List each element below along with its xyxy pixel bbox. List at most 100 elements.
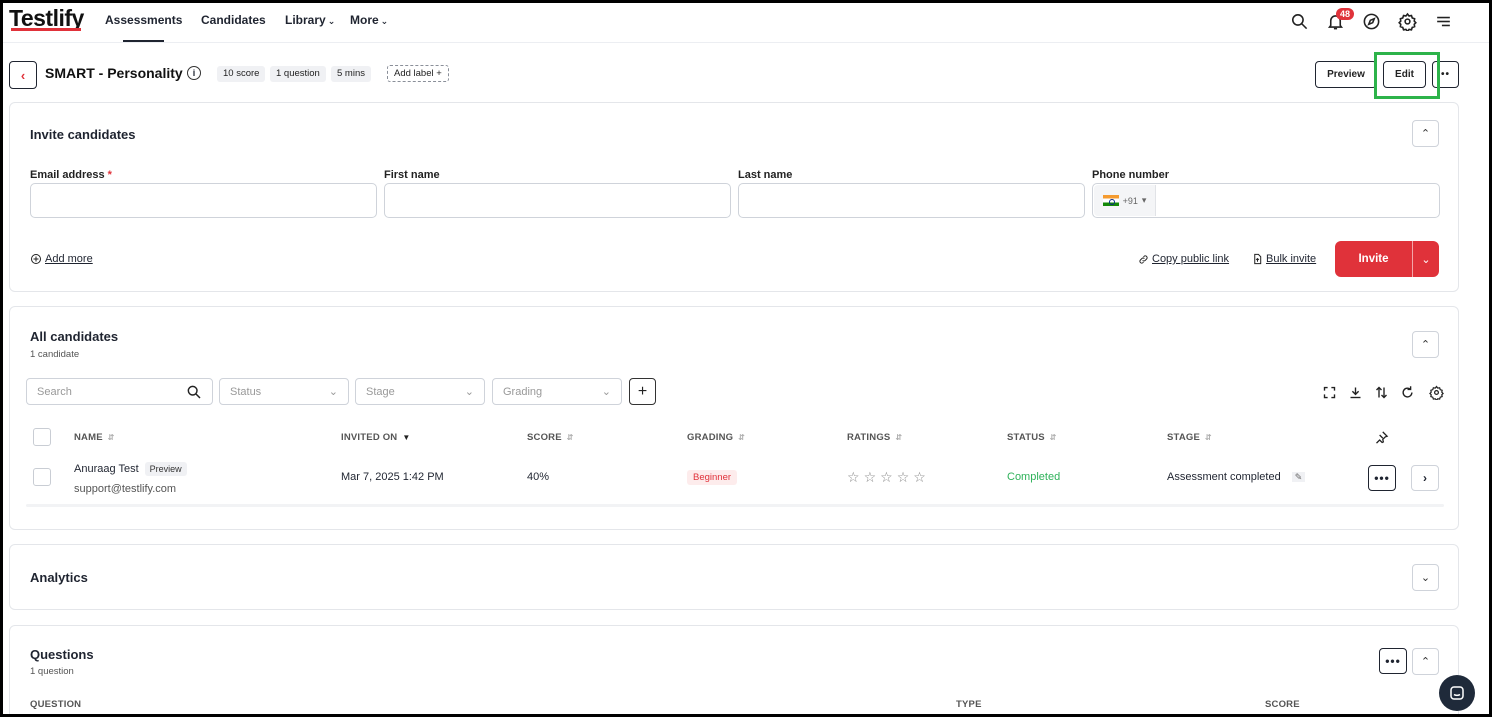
nav-candidates[interactable]: Candidates [201, 13, 266, 27]
stage-filter[interactable]: Stage ⌄ [355, 378, 485, 405]
invite-button[interactable]: Invite [1335, 241, 1413, 277]
email-label-text: Email address [30, 169, 105, 181]
page-title: SMART - Personality [45, 65, 183, 81]
question-count: 1 question [30, 666, 74, 677]
preview-button[interactable]: Preview [1315, 61, 1377, 88]
column-status[interactable]: STATUS ⇵ [1007, 432, 1057, 443]
column-grading[interactable]: GRADING ⇵ [687, 432, 745, 443]
column-ratings[interactable]: RATINGS ⇵ [847, 432, 902, 443]
top-navigation: Testlify Assessments Candidates Library ⌄… [3, 3, 1489, 43]
expand-analytics-button[interactable]: ⌄ [1412, 564, 1439, 591]
chevron-down-icon: ⌄ [328, 386, 338, 398]
column-question: QUESTION [30, 699, 82, 710]
stage-text: Assessment completed [1167, 471, 1281, 483]
link-icon [1139, 254, 1148, 264]
collapse-invite-button[interactable]: ⌃ [1412, 120, 1439, 147]
hamburger-icon[interactable] [1432, 10, 1454, 32]
stage-value[interactable]: Assessment completed ✎ [1167, 471, 1306, 483]
star-icon[interactable]: ☆ [847, 469, 860, 486]
add-label-button[interactable]: Add label + [387, 65, 449, 82]
first-name-field[interactable] [384, 183, 731, 218]
sort-desc-icon: ▼ [402, 433, 411, 442]
download-icon[interactable] [1346, 383, 1364, 401]
last-name-field[interactable] [738, 183, 1085, 218]
candidate-name[interactable]: Anuraag Test Preview [74, 462, 187, 476]
nav-assessments[interactable]: Assessments [105, 13, 182, 42]
copy-public-link[interactable]: Copy public link [1138, 253, 1229, 265]
add-label-text: Add label [394, 68, 434, 79]
phone-field[interactable]: +91 ▾ [1092, 183, 1440, 218]
collapse-questions-button[interactable]: ⌃ [1412, 648, 1439, 675]
grading-badge: Beginner [687, 470, 738, 485]
testlify-logo[interactable]: Testlify [9, 5, 84, 32]
column-score[interactable]: SCORE ⇵ [527, 432, 574, 443]
back-button[interactable]: ‹ [9, 61, 37, 89]
table-settings-icon[interactable] [1427, 383, 1445, 401]
chevron-down-icon: ⌄ [1421, 253, 1431, 266]
country-code-select[interactable]: +91 ▾ [1094, 185, 1156, 216]
search-icon[interactable] [1288, 10, 1310, 32]
compass-icon[interactable] [1360, 10, 1382, 32]
bulk-invite-link[interactable]: Bulk invite [1252, 253, 1316, 265]
star-icon[interactable]: ☆ [913, 469, 926, 486]
star-icon[interactable]: ☆ [880, 469, 893, 486]
column-stage[interactable]: STAGE ⇵ [1167, 432, 1212, 443]
chevron-up-icon: ⌃ [1420, 128, 1431, 140]
nav-library[interactable]: Library ⌄ [285, 13, 335, 27]
nav-more[interactable]: More ⌄ [350, 13, 388, 27]
caret-down-icon: ▾ [1141, 195, 1147, 205]
select-all-checkbox[interactable] [33, 428, 51, 446]
questions-card: Questions 1 question ••• ⌃ QUESTION TYPE… [9, 625, 1459, 714]
refresh-icon[interactable] [1398, 383, 1416, 401]
status-badge: Completed [1007, 471, 1061, 483]
info-icon[interactable]: i [187, 66, 201, 80]
row-checkbox[interactable] [33, 468, 51, 486]
chevron-down-icon: ⌄ [464, 386, 474, 398]
sort-icon: ⇵ [566, 433, 574, 442]
grading-filter[interactable]: Grading ⌄ [492, 378, 622, 405]
horizontal-scrollbar[interactable] [26, 504, 1444, 507]
row-more-button[interactable]: ••• [1368, 465, 1396, 491]
add-more-text: Add more [45, 253, 93, 265]
question-count-chip: 1 question [270, 66, 326, 82]
pin-columns-icon[interactable] [1372, 428, 1390, 446]
collapse-candidates-button[interactable]: ⌃ [1412, 331, 1439, 358]
notification-badge: 48 [1336, 8, 1355, 20]
analytics-card: Analytics ⌄ [9, 544, 1459, 610]
nav-more-label: More [350, 13, 379, 27]
sort-icon: ⇵ [107, 433, 115, 442]
invite-options-button[interactable]: ⌄ [1413, 241, 1439, 277]
status-filter[interactable]: Status ⌄ [219, 378, 349, 405]
required-marker: * [107, 169, 112, 181]
invited-on-value: Mar 7, 2025 1:42 PM [341, 471, 444, 483]
sort-icon: ⇵ [1049, 433, 1057, 442]
plus-icon: + [637, 382, 648, 400]
row-open-button[interactable]: › [1411, 465, 1439, 491]
chevron-up-icon: ⌃ [1420, 339, 1431, 351]
add-filter-button[interactable]: + [629, 378, 656, 405]
bulk-invite-text: Bulk invite [1266, 253, 1317, 265]
edit-pencil-icon[interactable]: ✎ [1291, 472, 1306, 482]
invite-candidates-card: Invite candidates ⌃ Email address * Firs… [9, 102, 1459, 292]
column-status-label: STATUS [1007, 432, 1045, 443]
column-invited-on[interactable]: INVITED ON ▼ [341, 432, 411, 443]
add-more-link[interactable]: Add more [30, 253, 93, 265]
analytics-title: Analytics [30, 570, 88, 585]
expand-icon[interactable] [1320, 383, 1338, 401]
gear-icon[interactable] [1396, 10, 1418, 32]
questions-more-button[interactable]: ••• [1379, 648, 1407, 674]
chat-support-button[interactable] [1439, 675, 1475, 711]
email-field[interactable] [30, 183, 377, 218]
sort-icon[interactable] [1372, 383, 1390, 401]
candidate-name-text: Anuraag Test [74, 463, 139, 475]
star-icon[interactable]: ☆ [864, 469, 877, 486]
rating-stars[interactable]: ☆ ☆ ☆ ☆ ☆ [847, 469, 926, 486]
preview-tag[interactable]: Preview [144, 462, 187, 476]
candidate-search-input[interactable]: Search [26, 378, 213, 405]
duration-chip: 5 mins [331, 66, 371, 82]
star-icon[interactable]: ☆ [897, 469, 910, 486]
column-name[interactable]: NAME ⇵ [74, 432, 115, 443]
country-code: +91 [1122, 195, 1138, 206]
chevron-down-icon: ⌄ [327, 16, 336, 26]
sort-icon: ⇵ [1205, 433, 1212, 442]
